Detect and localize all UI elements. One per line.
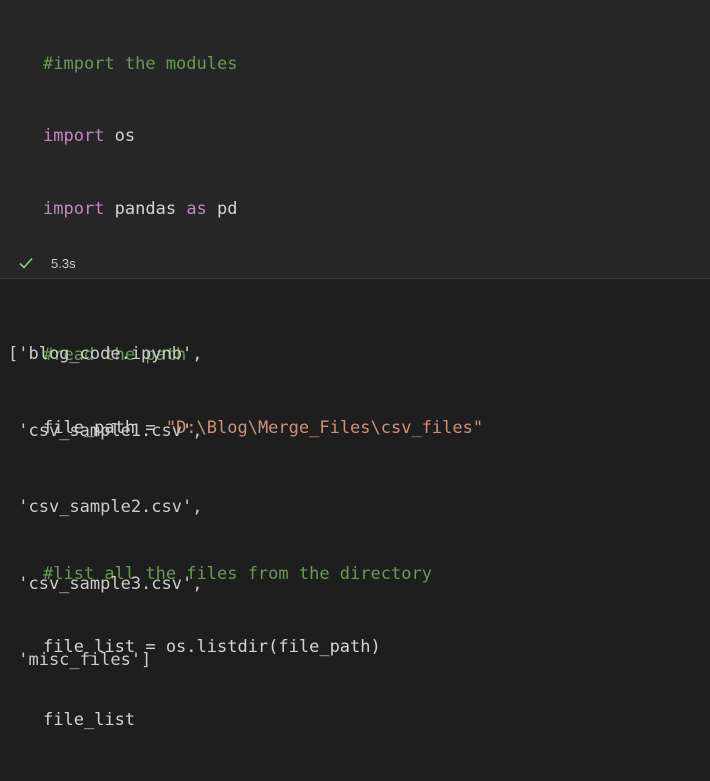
code-line-3: import pandas as pd [43,197,483,221]
output-line: ['blog_code.ipynb', [8,344,203,364]
execution-duration: 5.3s [51,255,76,271]
code-text: os [104,126,136,147]
code-keyword: import [43,199,105,220]
output-line: 'csv_sample2.csv', [8,497,203,517]
code-string: "D:\Blog\Merge_Files\csv_files" [165,418,484,439]
code-keyword: import [43,126,105,147]
output-line: 'misc_files'] [8,650,152,670]
code-comment: #import the modules [43,53,238,74]
code-cell[interactable]: #import the modules import os import pan… [0,0,710,730]
output-line: 'csv_sample3.csv', [8,573,203,594]
code-line-2: import os [43,124,483,148]
output-line: 'csv_sample1.csv', [8,420,203,441]
code-keyword: as [186,199,207,220]
code-line-1: #import the modules [43,52,483,76]
code-line-10: file_list [43,708,483,732]
check-icon [18,255,34,271]
cell-output: ['blog_code.ipynb', 'csv_sample1.csv', '… [8,291,202,699]
execution-status: 5.3s [18,252,76,274]
code-text: pd [206,199,238,220]
code-text: file_list [43,709,136,730]
output-divider [0,278,710,279]
code-text: pandas [104,199,187,220]
